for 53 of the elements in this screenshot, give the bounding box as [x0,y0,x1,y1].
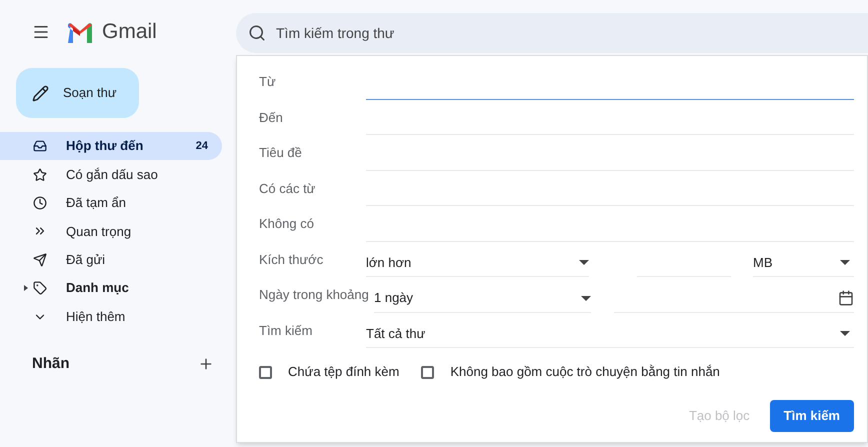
dropdown-caret-icon [840,260,850,265]
unit-dropdown[interactable]: MB [753,249,854,277]
clock-icon [33,196,47,210]
nav-label: Quan trọng [66,222,132,241]
nav-item[interactable]: Quan trọng [0,217,222,246]
checkbox-label: Không bao gồm cuộc trò chuyện bằng tin nhắn [450,363,720,382]
field-label: Kích thước [259,250,324,268]
nav-item[interactable]: Đã gửi [0,246,222,274]
menu-icon[interactable] [32,23,50,41]
nav-label: Đã tạm ẩn [66,194,127,212]
nav-label: Hiện thêm [66,308,126,326]
field-label: Đến [259,108,284,126]
nav-label: Hộp thư đến [66,137,144,156]
checkbox[interactable] [421,366,434,378]
inbox-icon [33,139,47,154]
search-field[interactable]: Tìm kiếm trong thư [276,22,868,44]
nav-label: Đã gửi [66,251,106,269]
nav-item[interactable]: Có gắn dấu sao [0,160,222,189]
field-label: Không có [259,215,315,233]
nav-label: Có gắn dấu sao [66,166,159,184]
search-button[interactable]: Tìm kiếm [770,400,854,432]
field-label: Tìm kiếm [259,322,314,340]
field-label: Có các từ [259,180,316,198]
comparator-dropdown[interactable]: lớn hơn [366,249,589,277]
compose-button[interactable]: Soạn thư [16,68,139,118]
nav-item[interactable]: Đã tạm ẩn [0,188,222,218]
gmail-logo-icon [66,22,94,42]
nav-item[interactable]: Hộp thư đến 24 [0,132,222,160]
field-label: Từ [259,73,277,91]
nav-item[interactable]: Hiện thêm [0,302,222,331]
search-icon[interactable] [248,24,266,42]
checkbox-label: Chứa tệp đính kèm [288,363,400,382]
dropdown-caret-icon [579,260,589,265]
search-bar[interactable]: Tìm kiếm trong thư [236,13,868,53]
unread-count: 24 [196,138,208,154]
labels-heading: Nhãn [32,354,70,374]
nav-label: Danh mục [66,279,130,298]
field-label: Tiêu đề [259,144,303,162]
star-icon [33,168,47,182]
checkbox[interactable] [259,366,272,378]
pencil-icon [32,84,49,102]
dropdown-caret-icon [840,331,850,336]
label-icon [33,281,47,296]
add-icon[interactable] [198,356,214,372]
app-name: Gmail [102,19,157,46]
field-label: Ngày trong khoảng [259,286,370,304]
expand-arrow-icon[interactable] [24,285,28,292]
date-range-dropdown[interactable]: 1 ngày [374,284,591,312]
nav-item[interactable]: Danh mục [0,274,222,302]
calendar-icon[interactable] [838,290,854,306]
dropdown-caret-icon [581,296,591,300]
send-icon [33,252,47,267]
search-scope-dropdown[interactable]: Tất cả thư [366,320,854,348]
